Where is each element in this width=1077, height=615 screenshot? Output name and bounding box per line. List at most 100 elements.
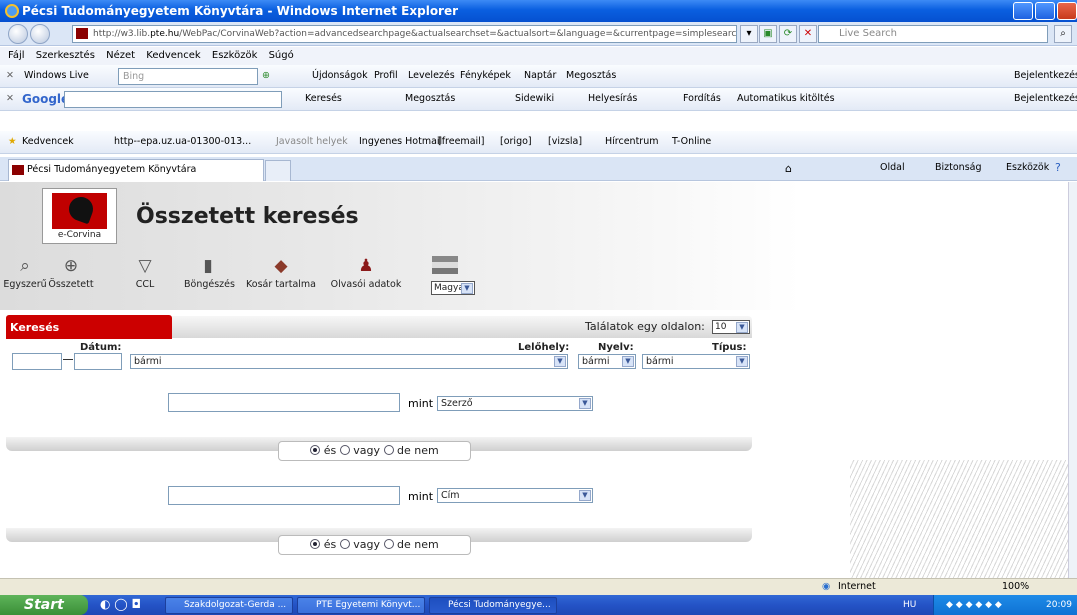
search-term-1-input[interactable]	[168, 393, 400, 412]
nav-ccl-label: CCL	[135, 279, 155, 290]
fav-item-hircentrum[interactable]: Hírcentrum	[605, 131, 658, 153]
help-icon[interactable]: ?	[1055, 161, 1061, 174]
not-radio-1[interactable]	[383, 445, 394, 455]
sidewiki-button[interactable]: Sidewiki	[515, 88, 554, 110]
forward-button[interactable]	[30, 24, 50, 44]
translate-button[interactable]: Fordítás	[683, 88, 721, 110]
nav-ccl[interactable]: ▽ CCL	[132, 257, 158, 290]
stop-icon[interactable]: ✕	[799, 25, 817, 43]
fav-item-tonline[interactable]: T-Online	[672, 131, 711, 153]
language-select[interactable]: Magyar ▼	[431, 281, 475, 295]
google-search-input[interactable]	[64, 91, 282, 108]
live-link-mail[interactable]: Levelezés	[408, 65, 455, 87]
nav-reader[interactable]: ♟ Olvasói adatok	[326, 257, 406, 290]
e-corvina-logo[interactable]: e-Corvina	[42, 188, 117, 244]
or-radio-2[interactable]	[339, 539, 350, 549]
menu-favorites[interactable]: Kedvencek	[146, 50, 200, 61]
windows-live-label[interactable]: Windows Live	[24, 65, 89, 87]
url-prefix: http://w3.lib.	[93, 29, 151, 39]
nav-simple[interactable]: ⌕ Egyszerű	[2, 257, 48, 290]
compat-view-icon[interactable]: ▣	[759, 25, 777, 43]
google-search-button[interactable]: Keresés	[305, 88, 342, 110]
date-from-input[interactable]	[12, 353, 62, 370]
live-link-news[interactable]: Újdonságok	[312, 65, 368, 87]
cmd-page[interactable]: Oldal	[880, 162, 905, 173]
search-icon[interactable]: ⌕	[1054, 25, 1072, 43]
task-ie-1[interactable]: PTE Egyetemi Könyvt...	[297, 597, 425, 614]
cmd-security[interactable]: Biztonság	[935, 162, 982, 173]
field-2-select[interactable]: Cím ▼	[437, 488, 593, 503]
live-search-input[interactable]: Live Search	[818, 25, 1048, 43]
address-dropdown-button[interactable]: ▾	[740, 25, 758, 43]
back-button[interactable]	[8, 24, 28, 44]
nav-basket-label: Kosár tartalma	[246, 279, 316, 290]
menu-edit[interactable]: Szerkesztés	[36, 50, 95, 61]
menu-view[interactable]: Nézet	[106, 50, 135, 61]
menu-tools[interactable]: Eszközök	[212, 50, 258, 61]
type-select[interactable]: bármi ▼	[642, 354, 750, 369]
live-link-profile[interactable]: Profil	[374, 65, 398, 87]
minimize-button[interactable]	[1013, 2, 1033, 20]
refresh-icon[interactable]: ⟳	[779, 25, 797, 43]
task-ie-2[interactable]: Pécsi Tudományegye...	[429, 597, 557, 614]
type-value: bármi	[646, 356, 674, 367]
and-label-1: és	[323, 444, 337, 457]
date-to-input[interactable]	[74, 353, 122, 370]
task-word[interactable]: Szakdolgozat-Gerda ...	[165, 597, 293, 614]
live-link-share[interactable]: Megosztás	[566, 65, 616, 87]
menu-file[interactable]: Fájl	[8, 50, 25, 61]
search-term-2-input[interactable]	[168, 486, 400, 505]
and-radio-2[interactable]	[310, 539, 321, 549]
bing-search-input[interactable]: Bing	[118, 68, 258, 85]
nav-browse[interactable]: ▮ Böngészés	[184, 256, 235, 290]
nav-advanced[interactable]: ⊕ Összetett	[46, 257, 96, 290]
window-title-bar[interactable]: Pécsi Tudományegyetem Könyvtára - Window…	[0, 0, 1077, 22]
address-bar[interactable]: http://w3.lib.pte.hu/WebPac/CorvinaWeb?a…	[72, 25, 737, 43]
per-page-select[interactable]: 10 ▼	[712, 320, 750, 334]
page-header: e-Corvina Összetett keresés ⌕ Egyszerű ⊕ Ö…	[0, 182, 1068, 310]
google-signin-link[interactable]: Bejelentkezés	[1014, 88, 1077, 110]
keyboard-lang[interactable]: HU	[903, 595, 916, 615]
maximize-button[interactable]	[1035, 2, 1055, 20]
bing-go-icon[interactable]: ⊕	[262, 65, 270, 87]
autofill-button[interactable]: Automatikus kitöltés	[737, 88, 835, 110]
live-search-placeholder: Live Search	[839, 28, 897, 39]
fav-item-epa[interactable]: http--epa.uz.ua-01300-013...	[114, 131, 251, 153]
date-header: Dátum:	[80, 342, 122, 353]
tray-icons[interactable]: ◆ ◆ ◆ ◆ ◆ ◆	[946, 595, 1002, 615]
tab-active[interactable]: Pécsi Tudományegyetem Könyvtára	[8, 159, 264, 181]
live-link-calendar[interactable]: Naptár	[524, 65, 556, 87]
and-radio-1[interactable]	[310, 445, 321, 455]
browse-icon: ▮	[203, 256, 213, 276]
fav-item-hotmail[interactable]: Ingyenes Hotmail	[359, 131, 442, 153]
start-button[interactable]: Start	[0, 595, 88, 615]
or-radio-1[interactable]	[339, 445, 350, 455]
live-signin-link[interactable]: Bejelentkezés	[1014, 65, 1077, 87]
lang-select[interactable]: bármi ▼	[578, 354, 636, 369]
close-button[interactable]	[1057, 2, 1077, 20]
chevron-down-icon: ▼	[554, 356, 566, 367]
fav-item-origo[interactable]: [origo]	[500, 131, 532, 153]
zoom-label[interactable]: 100%	[1002, 579, 1029, 595]
fav-item-freemail[interactable]: [freemail]	[438, 131, 485, 153]
live-link-photos[interactable]: Fényképek	[460, 65, 511, 87]
fav-item-suggested[interactable]: Javasolt helyek	[276, 131, 348, 153]
field-1-select[interactable]: Szerző ▼	[437, 396, 593, 411]
close-google-toolbar-icon[interactable]: ✕	[6, 88, 14, 110]
cmd-tools[interactable]: Eszközök	[1006, 162, 1049, 173]
close-toolbar-icon[interactable]: ✕	[6, 65, 14, 87]
ie-logo-icon	[5, 4, 19, 18]
new-tab-button[interactable]	[265, 160, 291, 181]
vertical-scrollbar[interactable]	[1068, 182, 1077, 578]
task-ie-2-label: Pécsi Tudományegye...	[448, 600, 551, 610]
fav-item-vizsla[interactable]: [vizsla]	[548, 131, 582, 153]
home-icon[interactable]: ⌂	[785, 162, 792, 175]
location-select[interactable]: bármi ▼	[130, 354, 568, 369]
nav-basket[interactable]: ◆ Kosár tartalma	[242, 257, 320, 290]
google-share-button[interactable]: Megosztás	[405, 88, 455, 110]
spellcheck-button[interactable]: Helyesírás	[588, 88, 637, 110]
not-radio-2[interactable]	[383, 539, 394, 549]
favorites-label[interactable]: Kedvencek	[22, 131, 74, 153]
menu-help[interactable]: Súgó	[269, 50, 294, 61]
quicklaunch-icons[interactable]: ◐ ◯ ◘	[100, 597, 141, 611]
